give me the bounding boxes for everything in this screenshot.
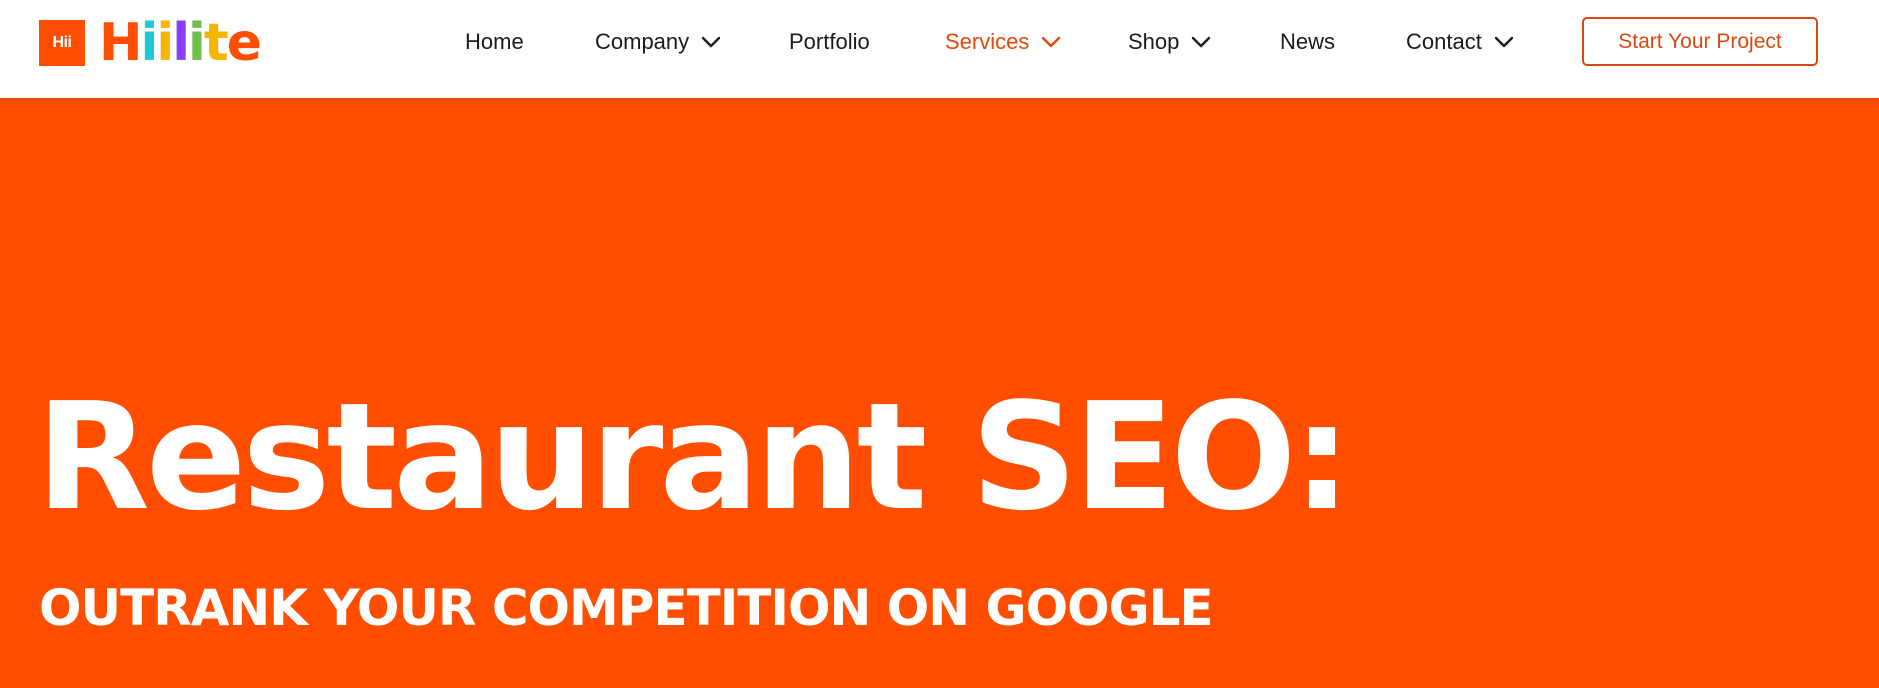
hero-banner: Restaurant SEO: OUTRANK YOUR COMPETITION… (0, 98, 1879, 688)
nav-item-shop[interactable]: Shop (1128, 28, 1211, 56)
page-title: Restaurant SEO: (36, 371, 1352, 543)
nav-item-label: Company (595, 29, 690, 54)
logo-letter: H (99, 13, 143, 73)
chevron-down-icon (1042, 36, 1061, 48)
nav-item-contact[interactable]: Contact (1406, 28, 1514, 56)
nav-item-label: Contact (1406, 29, 1482, 54)
logo-letter: i (188, 13, 206, 73)
nav-item-label: Portfolio (789, 29, 870, 54)
nav-item-news[interactable]: News (1280, 28, 1335, 56)
logo-letter: l (172, 13, 190, 73)
nav-item-label: Home (465, 29, 524, 54)
logo-letter: t (203, 13, 229, 73)
chevron-down-icon (1192, 36, 1211, 48)
nav-item-home[interactable]: Home (465, 28, 524, 56)
chevron-down-icon (701, 36, 721, 48)
site-header: Hii Hiilite Home Company Portfolio Servi… (0, 0, 1879, 98)
nav-item-label: Shop (1128, 29, 1180, 54)
nav-item-services[interactable]: Services (945, 28, 1061, 56)
logo-letter: i (140, 13, 159, 73)
nav-item-company[interactable]: Company (595, 28, 721, 56)
chevron-down-icon (1494, 36, 1514, 48)
logo-wordmark: Hiilite (99, 13, 262, 73)
nav-item-portfolio[interactable]: Portfolio (789, 28, 870, 56)
hero-subtitle: OUTRANK YOUR COMPETITION ON GOOGLE (39, 579, 1214, 637)
site-logo[interactable]: Hii Hiilite (39, 13, 262, 73)
nav-item-label: Services (945, 29, 1030, 54)
start-project-button[interactable]: Start Your Project (1582, 17, 1818, 66)
logo-letter: e (226, 13, 262, 73)
nav-item-label: News (1280, 29, 1336, 54)
logo-letter: i (156, 13, 174, 73)
logo-badge: Hii (39, 20, 85, 66)
